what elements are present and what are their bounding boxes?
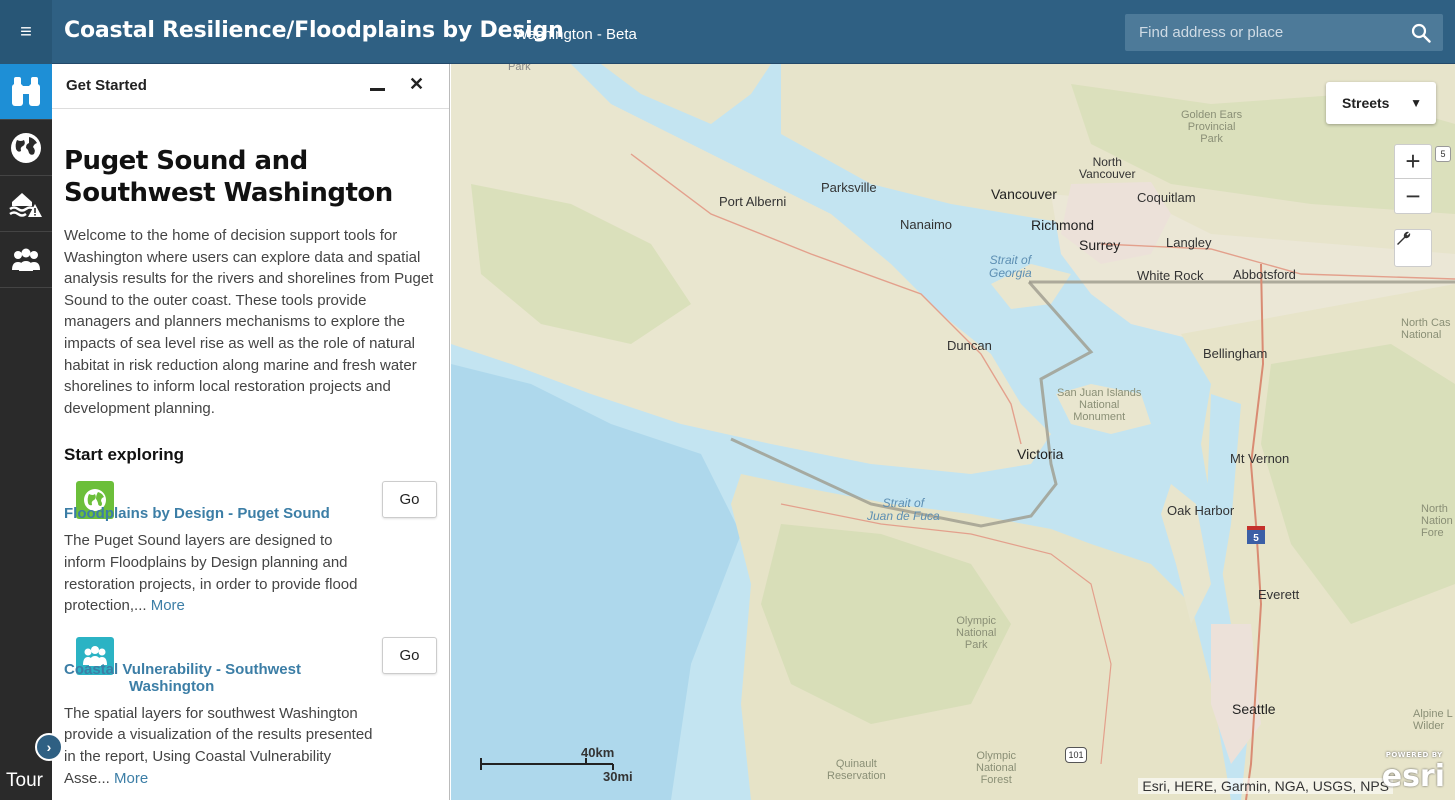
app-header: ≡ Coastal Resilience/Floodplains by Desi… bbox=[0, 0, 1455, 64]
search-box bbox=[1125, 14, 1443, 51]
sidebar-item-get-started[interactable] bbox=[0, 64, 52, 120]
map-label: Bellingham bbox=[1203, 346, 1268, 361]
scale-km: 40km bbox=[581, 745, 615, 760]
map-label: Duncan bbox=[947, 338, 992, 353]
map-label: Strait of Juan de Fuca bbox=[867, 496, 940, 523]
search-icon[interactable] bbox=[1411, 23, 1431, 43]
map-label: Golden Ears Provincial Park bbox=[1181, 109, 1243, 145]
map-canvas bbox=[451, 64, 1455, 800]
map-label: Nanaimo bbox=[900, 217, 953, 232]
binoculars-icon bbox=[12, 76, 40, 106]
scale-bar: 40km 30mi bbox=[479, 744, 633, 784]
map-label: Richmond bbox=[1031, 217, 1095, 233]
map-label: Mt Vernon bbox=[1230, 451, 1290, 466]
esri-logo[interactable]: POWERED BY esri bbox=[1381, 751, 1445, 794]
more-link[interactable]: More bbox=[151, 597, 185, 614]
map-label: Port Alberni bbox=[719, 194, 787, 209]
caret-down-icon: ▼ bbox=[1410, 96, 1422, 110]
map-label: Langley bbox=[1166, 235, 1212, 250]
map-label: Parksville bbox=[821, 180, 877, 195]
zoom-out-button[interactable]: − bbox=[1395, 179, 1431, 213]
start-exploring-heading: Start exploring bbox=[64, 445, 184, 465]
map-label: North Vancouver bbox=[1079, 155, 1136, 181]
map-label: Strait of Georgia bbox=[989, 253, 1032, 280]
tour-label[interactable]: Tour bbox=[6, 770, 43, 792]
zoom-in-button[interactable]: + bbox=[1395, 145, 1431, 179]
more-link[interactable]: More bbox=[114, 770, 148, 787]
tool-description: The spatial layers for southwest Washing… bbox=[64, 704, 373, 787]
esri-logo-text: esri bbox=[1381, 759, 1445, 794]
tool-description: The Puget Sound layers are designed to i… bbox=[64, 532, 358, 615]
map-view[interactable]: Park Vancouver North Vancouver Coquitlam… bbox=[451, 64, 1455, 800]
tool-item-floodplains: Floodplains by Design - Puget Sound The … bbox=[64, 481, 437, 616]
scale-mi: 30mi bbox=[603, 769, 633, 784]
go-button[interactable]: Go bbox=[382, 636, 437, 674]
left-toolbar bbox=[0, 64, 52, 800]
tool-title-link[interactable]: Coastal Vulnerability - Southwest Washin… bbox=[64, 661, 374, 695]
intro-text: Welcome to the home of decision support … bbox=[64, 227, 434, 417]
map-label: Abbotsford bbox=[1233, 267, 1296, 282]
highway-shield: 5 bbox=[1247, 526, 1265, 544]
map-label: Park bbox=[508, 64, 531, 73]
app-title: Coastal Resilience/Floodplains by Design bbox=[64, 18, 564, 43]
search-input[interactable] bbox=[1125, 14, 1405, 51]
map-label: Coquitlam bbox=[1137, 190, 1196, 205]
map-label: Surrey bbox=[1079, 237, 1121, 253]
map-label: San Juan Islands National Monument bbox=[1057, 387, 1142, 423]
app-subtitle: Washington - Beta bbox=[514, 26, 637, 43]
basemap-label: Streets bbox=[1342, 95, 1390, 111]
wrench-icon[interactable] bbox=[1394, 229, 1432, 267]
flood-warning-icon bbox=[9, 192, 42, 217]
sidebar-item-community[interactable] bbox=[0, 232, 52, 288]
map-label: Olympic National Park bbox=[956, 615, 997, 651]
map-label: Vancouver bbox=[991, 186, 1057, 202]
menu-icon[interactable]: ≡ bbox=[0, 0, 52, 64]
globe-icon bbox=[11, 132, 41, 163]
map-label: Oak Harbor bbox=[1167, 503, 1235, 518]
map-label: Alpine L Wilder bbox=[1413, 708, 1453, 732]
map-label: North Nation Fore bbox=[1421, 503, 1453, 539]
basemap-selector[interactable]: Streets ▼ bbox=[1326, 82, 1436, 124]
map-label: Everett bbox=[1258, 587, 1300, 602]
zoom-control: + − bbox=[1394, 144, 1432, 214]
esri-powered-label: POWERED BY bbox=[1385, 751, 1443, 759]
map-attribution: Esri, HERE, Garmin, NGA, USGS, NPS bbox=[1138, 778, 1393, 794]
map-label: Seattle bbox=[1232, 701, 1276, 717]
tool-item-coastal-vulnerability: Coastal Vulnerability - Southwest Washin… bbox=[64, 636, 437, 789]
tour-expand-button[interactable]: › bbox=[35, 733, 63, 761]
map-label: Olympic National Forest bbox=[976, 750, 1017, 786]
sidebar-item-flood[interactable] bbox=[0, 176, 52, 232]
highway-shield: 5 bbox=[1435, 146, 1451, 162]
highway-shield: 101 bbox=[1065, 747, 1087, 763]
map-label: Quinault Reservation bbox=[827, 758, 886, 782]
map-label: White Rock bbox=[1137, 268, 1204, 283]
map-label: North Cas National bbox=[1401, 317, 1451, 341]
close-icon[interactable]: ✕ bbox=[409, 74, 424, 95]
sidebar-item-globe[interactable] bbox=[0, 120, 52, 176]
region-heading: Puget Sound and Southwest Washington bbox=[64, 146, 393, 208]
panel-header: Get Started ✕ bbox=[52, 64, 449, 109]
tool-title-link[interactable]: Floodplains by Design - Puget Sound bbox=[64, 505, 374, 522]
map-label: Victoria bbox=[1017, 446, 1064, 462]
minimize-icon[interactable] bbox=[370, 88, 385, 91]
people-icon bbox=[12, 248, 40, 271]
panel-title: Get Started bbox=[66, 77, 147, 94]
go-button[interactable]: Go bbox=[382, 481, 437, 519]
get-started-panel: Get Started ✕ Puget Sound and Southwest … bbox=[52, 64, 450, 800]
